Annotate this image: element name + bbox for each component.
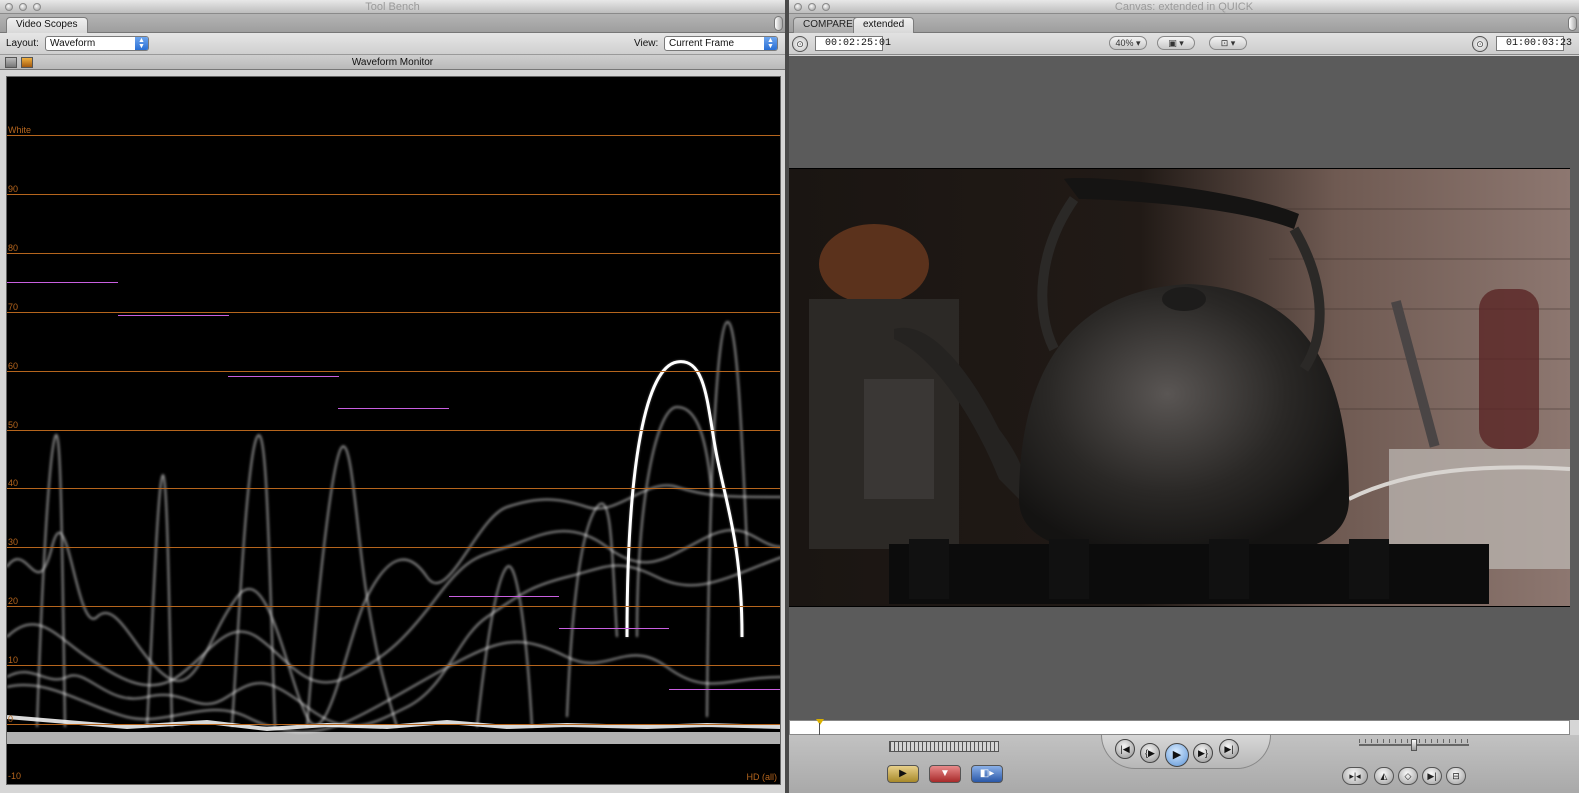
overwrite-icon[interactable]: ▼ <box>929 765 961 783</box>
duration-timecode-field[interactable]: 01:00:03:23 <box>1496 36 1572 51</box>
scope-controls: Layout: Waveform ▲ ▼ View: Current Frame … <box>0 33 785 55</box>
canvas-tabstrip: COMPARE extended <box>789 14 1579 33</box>
view-select-value: Current Frame <box>669 38 735 49</box>
scope-format-label: HD (all) <box>746 772 778 782</box>
add-keyframe-icon[interactable]: ◇ <box>1398 767 1418 785</box>
playhead-icon[interactable] <box>816 719 824 725</box>
zoom-value: 40% <box>1115 38 1134 48</box>
play-around-icon[interactable]: ▶} <box>1193 743 1213 763</box>
canvas-titlebar[interactable]: Canvas: extended in QUICK <box>789 0 1579 14</box>
color-bar-marker <box>118 315 229 316</box>
graticule-label: 50 <box>8 420 19 430</box>
display-mode-icon: ⊡ <box>1220 38 1229 48</box>
layout-label: Layout: <box>6 38 39 49</box>
video-frame[interactable] <box>789 168 1570 607</box>
color-bar-marker <box>669 689 780 690</box>
transport-controls: |◀ {▶ ▶ ▶} ▶| ▶ ▼ ◧▸ ▸|◂ ◭ ◇ ▶| ⊟ <box>789 735 1579 793</box>
select-arrows-icon: ▲ ▼ <box>764 37 777 50</box>
graticule-label: 10 <box>8 655 19 665</box>
zoom-popup[interactable]: 40% ▾ <box>1109 36 1147 50</box>
color-bar-marker <box>449 596 559 597</box>
mark-out-icon[interactable]: ⊟ <box>1446 767 1466 785</box>
play-in-to-out-icon[interactable]: {▶ <box>1140 743 1160 763</box>
jog-knob[interactable] <box>1411 739 1417 751</box>
tab-overflow-handle[interactable] <box>774 16 783 31</box>
tool-bench-window: Tool Bench Video Scopes Layout: Waveform… <box>0 0 785 793</box>
waveform-header: Waveform Monitor <box>0 55 785 70</box>
timecode-dial-icon[interactable]: ⊙ <box>792 36 808 52</box>
view-options-icon: ▣ <box>1168 38 1177 48</box>
graticule-label: 80 <box>8 243 19 253</box>
mark-in-icon[interactable]: ◭ <box>1374 767 1394 785</box>
mark-clip-icon[interactable]: ▸|◂ <box>1342 767 1368 785</box>
current-timecode-field[interactable]: 00:02:25:01 <box>815 36 891 51</box>
layout-select-value: Waveform <box>50 38 96 49</box>
tab-video-scopes[interactable]: Video Scopes <box>6 17 88 33</box>
playhead-line <box>819 723 820 735</box>
tool-bench-titlebar[interactable]: Tool Bench <box>0 0 785 14</box>
go-to-in-icon[interactable]: |◀ <box>1115 739 1135 759</box>
graticule-label: White <box>8 125 32 135</box>
duration-dial-icon[interactable]: ⊙ <box>1472 36 1488 52</box>
waveform-trace <box>7 320 780 784</box>
graticule-label: 70 <box>8 302 19 312</box>
layout-select[interactable]: Waveform ▲ ▼ <box>45 36 149 51</box>
waveform-title: Waveform Monitor <box>351 57 434 68</box>
graticule-label: -10 <box>8 771 22 781</box>
tool-bench-tabstrip: Video Scopes <box>0 14 785 33</box>
canvas-window: Canvas: extended in QUICK COMPARE extend… <box>789 0 1579 793</box>
add-marker-icon[interactable]: ▶| <box>1422 767 1442 785</box>
kettle-frame-image <box>789 169 1570 606</box>
go-to-out-icon[interactable]: ▶| <box>1219 739 1239 759</box>
tab-overflow-handle[interactable] <box>1568 16 1577 31</box>
tool-bench-title: Tool Bench <box>365 1 420 13</box>
view-select[interactable]: Current Frame ▲ ▼ <box>664 36 778 51</box>
view-options-popup[interactable]: ▣ ▾ <box>1157 36 1195 50</box>
waveform-monitor: White 90 80 70 60 50 40 30 20 10 0 -10 H… <box>6 76 781 785</box>
canvas-title: Canvas: extended in QUICK <box>1114 1 1254 13</box>
view-label: View: <box>634 38 659 49</box>
replace-icon[interactable]: ◧▸ <box>971 765 1003 783</box>
canvas-viewer[interactable] <box>789 56 1579 720</box>
shuttle-control[interactable] <box>889 741 999 752</box>
display-mode-popup[interactable]: ⊡ ▾ <box>1209 36 1247 50</box>
graticule-label: 40 <box>8 478 19 488</box>
scrubber-bar[interactable] <box>789 719 1570 735</box>
color-bar-marker <box>338 408 449 409</box>
color-bar-marker <box>228 376 339 377</box>
canvas-timecode-bar: ⊙ 00:02:25:01 40% ▾ ▣ ▾ ⊡ ▾ ⊙ 01:00:03:2… <box>789 33 1579 55</box>
color-bar-marker <box>7 282 118 283</box>
select-arrows-icon: ▲ ▼ <box>135 37 148 50</box>
graticule-label: 0 <box>8 714 14 724</box>
graticule-label: 20 <box>8 596 19 606</box>
play-icon[interactable]: ▶ <box>1165 743 1189 767</box>
graticule-label: 60 <box>8 361 19 371</box>
tab-extended[interactable]: extended <box>853 17 915 33</box>
color-bar-marker <box>559 628 669 629</box>
graticule-label: 30 <box>8 537 19 547</box>
graticule-label: 90 <box>8 184 19 194</box>
jog-control[interactable] <box>1359 739 1469 751</box>
insert-icon[interactable]: ▶ <box>887 765 919 783</box>
